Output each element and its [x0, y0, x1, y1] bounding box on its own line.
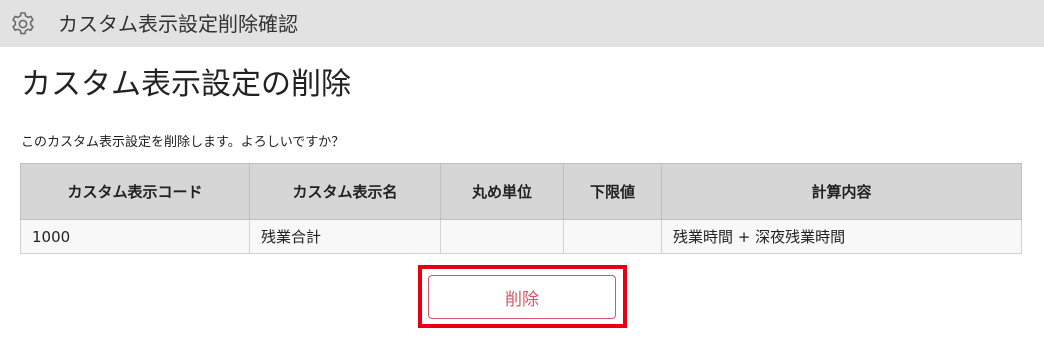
column-header-code: カスタム表示コード	[20, 163, 250, 220]
cell-code: 1000	[20, 219, 250, 254]
cell-name: 残業合計	[249, 219, 441, 254]
table-row: 1000 残業合計 残業時間 + 深夜残業時間	[20, 219, 1022, 254]
page-title: カスタム表示設定の削除	[21, 67, 351, 102]
confirm-message: このカスタム表示設定を削除します。よろしいですか？	[21, 135, 345, 150]
column-header-calculation: 計算内容	[661, 163, 1022, 220]
column-header-lower-limit: 下限値	[563, 163, 662, 220]
column-header-rounding: 丸め単位	[440, 163, 564, 220]
custom-display-table: カスタム表示コード カスタム表示名 丸め単位 下限値 計算内容 1000 残業合…	[20, 163, 1022, 254]
table-header-row: カスタム表示コード カスタム表示名 丸め単位 下限値 計算内容	[20, 163, 1022, 220]
gear-icon	[10, 11, 36, 37]
delete-button[interactable]: 削除	[428, 275, 616, 319]
cell-rounding	[440, 219, 564, 254]
column-header-name: カスタム表示名	[249, 163, 441, 220]
cell-calculation: 残業時間 + 深夜残業時間	[661, 219, 1022, 254]
title-bar: カスタム表示設定削除確認	[0, 0, 1044, 47]
cell-lower-limit	[563, 219, 662, 254]
window-title: カスタム表示設定削除確認	[58, 12, 298, 36]
